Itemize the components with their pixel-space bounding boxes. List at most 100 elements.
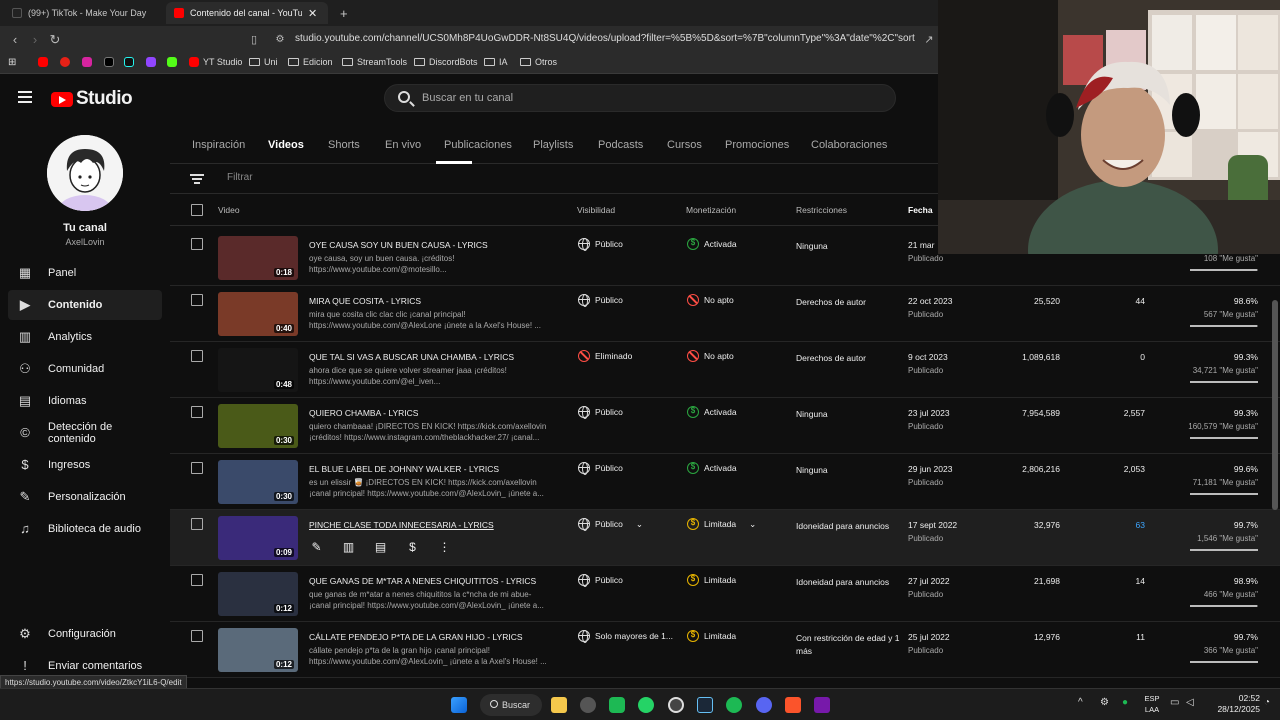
notifications-icon[interactable]: ◔ xyxy=(1264,697,1270,708)
bookmark-folder-streamtools[interactable]: StreamTools xyxy=(342,57,407,67)
row-checkbox[interactable] xyxy=(191,518,203,530)
column-restrictions[interactable]: Restricciones xyxy=(796,205,847,215)
chevron-down-icon[interactable]: ⌄ xyxy=(749,519,756,530)
filter-bar[interactable]: Filtrar xyxy=(170,164,938,194)
column-date[interactable]: Fecha xyxy=(908,205,933,215)
filter-input[interactable]: Filtrar xyxy=(227,172,253,183)
language-indicator[interactable]: ESP LAA xyxy=(1140,693,1164,715)
edit-icon[interactable]: ✎ xyxy=(309,540,324,555)
sidebar-item-deteccion[interactable]: © Detección de contenido xyxy=(8,418,162,448)
forward-icon[interactable]: › xyxy=(27,32,43,48)
tab-videos[interactable]: Videos xyxy=(268,139,304,151)
video-thumbnail[interactable]: 0:12 xyxy=(218,572,298,616)
column-visibility[interactable]: Visibilidad xyxy=(577,205,615,215)
site-info-icon[interactable]: ⚙ xyxy=(272,32,288,48)
tab-colaboraciones[interactable]: Colaboraciones xyxy=(811,139,887,151)
new-tab-button[interactable]: + xyxy=(332,2,356,24)
filter-icon[interactable] xyxy=(190,173,204,185)
video-thumbnail[interactable]: 0:30 xyxy=(218,460,298,504)
table-row[interactable]: 0:09 PINCHE CLASE TODA INNECESARIA - LYRI… xyxy=(170,510,1280,566)
chrome-icon[interactable] xyxy=(609,697,625,713)
share-icon[interactable]: ↗ xyxy=(921,32,937,48)
sidebar-item-contenido[interactable]: ▶ Contenido xyxy=(8,290,162,320)
bookmark-tiktok-icon[interactable] xyxy=(124,57,134,67)
monetization-icon[interactable]: $ xyxy=(405,540,420,555)
tray-app-icon[interactable]: ⚙ xyxy=(1100,697,1109,708)
bookmark-twitch-icon[interactable] xyxy=(146,57,156,67)
windows-start-icon[interactable] xyxy=(451,697,467,713)
bookmark-youtube-icon[interactable] xyxy=(38,57,48,67)
back-icon[interactable]: ‹ xyxy=(7,32,23,48)
bookmark-folder-otros[interactable]: Otros xyxy=(520,57,557,67)
discord-icon[interactable] xyxy=(756,697,772,713)
tab-promociones[interactable]: Promociones xyxy=(725,139,789,151)
table-row[interactable]: 0:30 QUIERO CHAMBA - LYRICS quiero chambaa… xyxy=(170,398,1280,454)
channel-avatar[interactable] xyxy=(47,135,123,211)
clock[interactable]: 02:52 28/12/2025 xyxy=(1200,693,1260,715)
sidebar-item-panel[interactable]: ▦ Panel xyxy=(8,258,162,288)
table-row[interactable]: 0:48 QUE TAL SI VAS A BUSCAR UNA CHAMBA -… xyxy=(170,342,1280,398)
tab-inspiracion[interactable]: Inspiración xyxy=(192,139,245,151)
video-title[interactable]: CÁLLATE PENDEJO P*TA DE LA GRAN HIJO - L… xyxy=(309,632,559,642)
bookmark-yt-studio[interactable]: YT Studio xyxy=(189,57,242,67)
reload-icon[interactable]: ↻ xyxy=(47,32,63,48)
bookmark-folder-ia[interactable]: IA xyxy=(484,57,508,67)
tab-publicaciones[interactable]: Publicaciones xyxy=(444,139,512,151)
comments-cell[interactable]: 63 xyxy=(1075,520,1145,530)
video-title[interactable]: QUE TAL SI VAS A BUSCAR UNA CHAMBA - LYR… xyxy=(309,352,559,362)
row-checkbox[interactable] xyxy=(191,630,203,642)
table-row[interactable]: 0:40 MIRA QUE COSITA - LYRICS mira que cos… xyxy=(170,286,1280,342)
studio-logo[interactable]: Studio xyxy=(51,88,133,110)
network-icon[interactable]: ▭ xyxy=(1170,697,1179,708)
sidebar-item-analytics[interactable]: ▥ Analytics xyxy=(8,322,162,352)
steam-icon[interactable] xyxy=(697,697,713,713)
bookmark-youtube2-icon[interactable] xyxy=(60,57,70,67)
column-monetization[interactable]: Monetización xyxy=(686,205,736,215)
spotify-icon[interactable] xyxy=(726,697,742,713)
taskbar-search[interactable]: Buscar xyxy=(480,694,542,716)
scrollbar[interactable] xyxy=(1272,300,1278,510)
video-thumbnail[interactable]: 0:40 xyxy=(218,292,298,336)
video-thumbnail[interactable]: 0:30 xyxy=(218,404,298,448)
video-title[interactable]: PINCHE CLASE TODA INNECESARIA - LYRICS xyxy=(309,520,559,530)
brave-icon[interactable] xyxy=(785,697,801,713)
comments-icon[interactable]: ▤ xyxy=(373,540,388,555)
sidebar-item-personalizacion[interactable]: ✎ Personalización xyxy=(8,482,162,512)
tab-shorts[interactable]: Shorts xyxy=(328,139,360,151)
monetization-cell[interactable]: Limitada⌄ xyxy=(687,518,756,530)
video-thumbnail[interactable]: 0:09 xyxy=(218,516,298,560)
volume-icon[interactable]: ◁ xyxy=(1186,697,1194,708)
apps-icon[interactable]: ⊞ xyxy=(8,57,16,68)
bookmark-kick-icon[interactable] xyxy=(167,57,177,67)
table-row[interactable]: 0:12 QUE GANAS DE M*TAR A NENES CHIQUITIT… xyxy=(170,566,1280,622)
tab-en-vivo[interactable]: En vivo xyxy=(385,139,421,151)
whatsapp-icon[interactable] xyxy=(638,697,654,713)
table-row[interactable]: 0:30 EL BLUE LABEL DE JOHNNY WALKER - LYR… xyxy=(170,454,1280,510)
tab-podcasts[interactable]: Podcasts xyxy=(598,139,643,151)
row-checkbox[interactable] xyxy=(191,350,203,362)
analytics-icon[interactable]: ▥ xyxy=(341,540,356,555)
close-tab-icon[interactable]: ✕ xyxy=(308,7,317,20)
browser-tab-tiktok[interactable]: (99+) TikTok - Make Your Day xyxy=(4,2,164,24)
tab-cursos[interactable]: Cursos xyxy=(667,139,702,151)
video-title[interactable]: QUE GANAS DE M*TAR A NENES CHIQUITITOS -… xyxy=(309,576,559,586)
sidebar-item-comunidad[interactable]: ⚇ Comunidad xyxy=(8,354,162,384)
browser-tab-studio[interactable]: Contenido del canal - YouTube S ✕ xyxy=(166,2,328,24)
row-checkbox[interactable] xyxy=(191,574,203,586)
video-title[interactable]: EL BLUE LABEL DE JOHNNY WALKER - LYRICS xyxy=(309,464,559,474)
table-row[interactable]: 0:12 CÁLLATE PENDEJO P*TA DE LA GRAN HIJO… xyxy=(170,622,1280,678)
bookmark-x-icon[interactable] xyxy=(104,57,114,67)
row-checkbox[interactable] xyxy=(191,406,203,418)
video-thumbnail[interactable]: 0:12 xyxy=(218,628,298,672)
video-title[interactable]: QUIERO CHAMBA - LYRICS xyxy=(309,408,559,418)
row-checkbox[interactable] xyxy=(191,238,203,250)
video-title[interactable]: OYE CAUSA SOY UN BUEN CAUSA - LYRICS xyxy=(309,240,559,250)
menu-icon[interactable] xyxy=(18,91,32,103)
bookmark-folder-discordbots[interactable]: DiscordBots xyxy=(414,57,478,67)
file-explorer-icon[interactable] xyxy=(551,697,567,713)
bookmark-folder-edicion[interactable]: Edicion xyxy=(288,57,333,67)
bookmark-icon[interactable]: ▯ xyxy=(246,32,262,48)
bookmark-instagram-icon[interactable] xyxy=(82,57,92,67)
video-title[interactable]: MIRA QUE COSITA - LYRICS xyxy=(309,296,559,306)
row-checkbox[interactable] xyxy=(191,462,203,474)
